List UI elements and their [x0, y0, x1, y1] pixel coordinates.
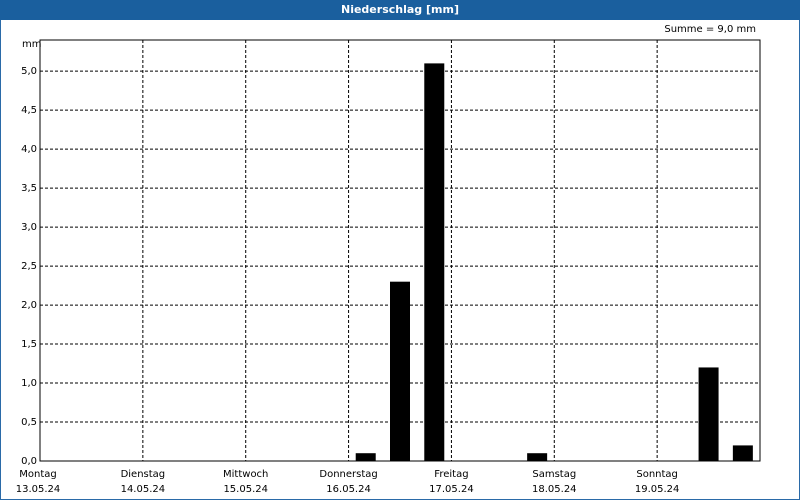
y-tick-label: 3,5: [21, 183, 37, 194]
label-layer: 0,0 0,5 1,0 1,5 2,0 2,5 3,0 3,5 4,0 4,5 5,0 Montag 1…: [16, 66, 680, 495]
precip-bar: [527, 453, 548, 461]
x-date-label: 15.05.24: [223, 484, 268, 495]
precip-bar: [390, 281, 410, 461]
x-date-label: 17.05.24: [429, 484, 474, 495]
y-tick-label: 4,5: [21, 105, 37, 116]
precip-bar: [424, 63, 445, 462]
x-day-label: Sonntag: [636, 469, 678, 480]
precip-bar: [698, 367, 719, 461]
y-tick-label: 4,0: [21, 144, 37, 155]
x-date-label: 19.05.24: [635, 484, 680, 495]
x-day-label: Mittwoch: [223, 469, 268, 480]
precipitation-chart: 0,0 0,5 1,0 1,5 2,0 2,5 3,0 3,5 4,0 4,5 5,0 Montag 1…: [16, 39, 761, 495]
x-date-label: 16.05.24: [326, 484, 371, 495]
x-day-label: Montag: [19, 469, 56, 480]
x-day-label: Dienstag: [121, 469, 166, 480]
precip-bar: [355, 453, 376, 461]
x-day-label: Samstag: [532, 469, 576, 480]
y-tick-label: 3,0: [21, 222, 37, 233]
precip-bar: [732, 445, 753, 461]
x-date-label: 18.05.24: [532, 484, 577, 495]
y-tick-label: 5,0: [21, 66, 37, 77]
x-date-label: 13.05.24: [16, 484, 61, 495]
y-tick-label: 1,5: [21, 339, 37, 350]
y-tick-label: 0,0: [21, 456, 37, 467]
y-tick-label: 1,0: [21, 378, 37, 389]
y-tick-label: 0,5: [21, 417, 37, 428]
x-day-label: Freitag: [434, 469, 468, 480]
y-tick-label: 2,0: [21, 300, 37, 311]
x-day-label: Donnerstag: [319, 469, 377, 480]
y-tick-label: 2,5: [21, 261, 37, 272]
x-date-label: 14.05.24: [121, 484, 166, 495]
